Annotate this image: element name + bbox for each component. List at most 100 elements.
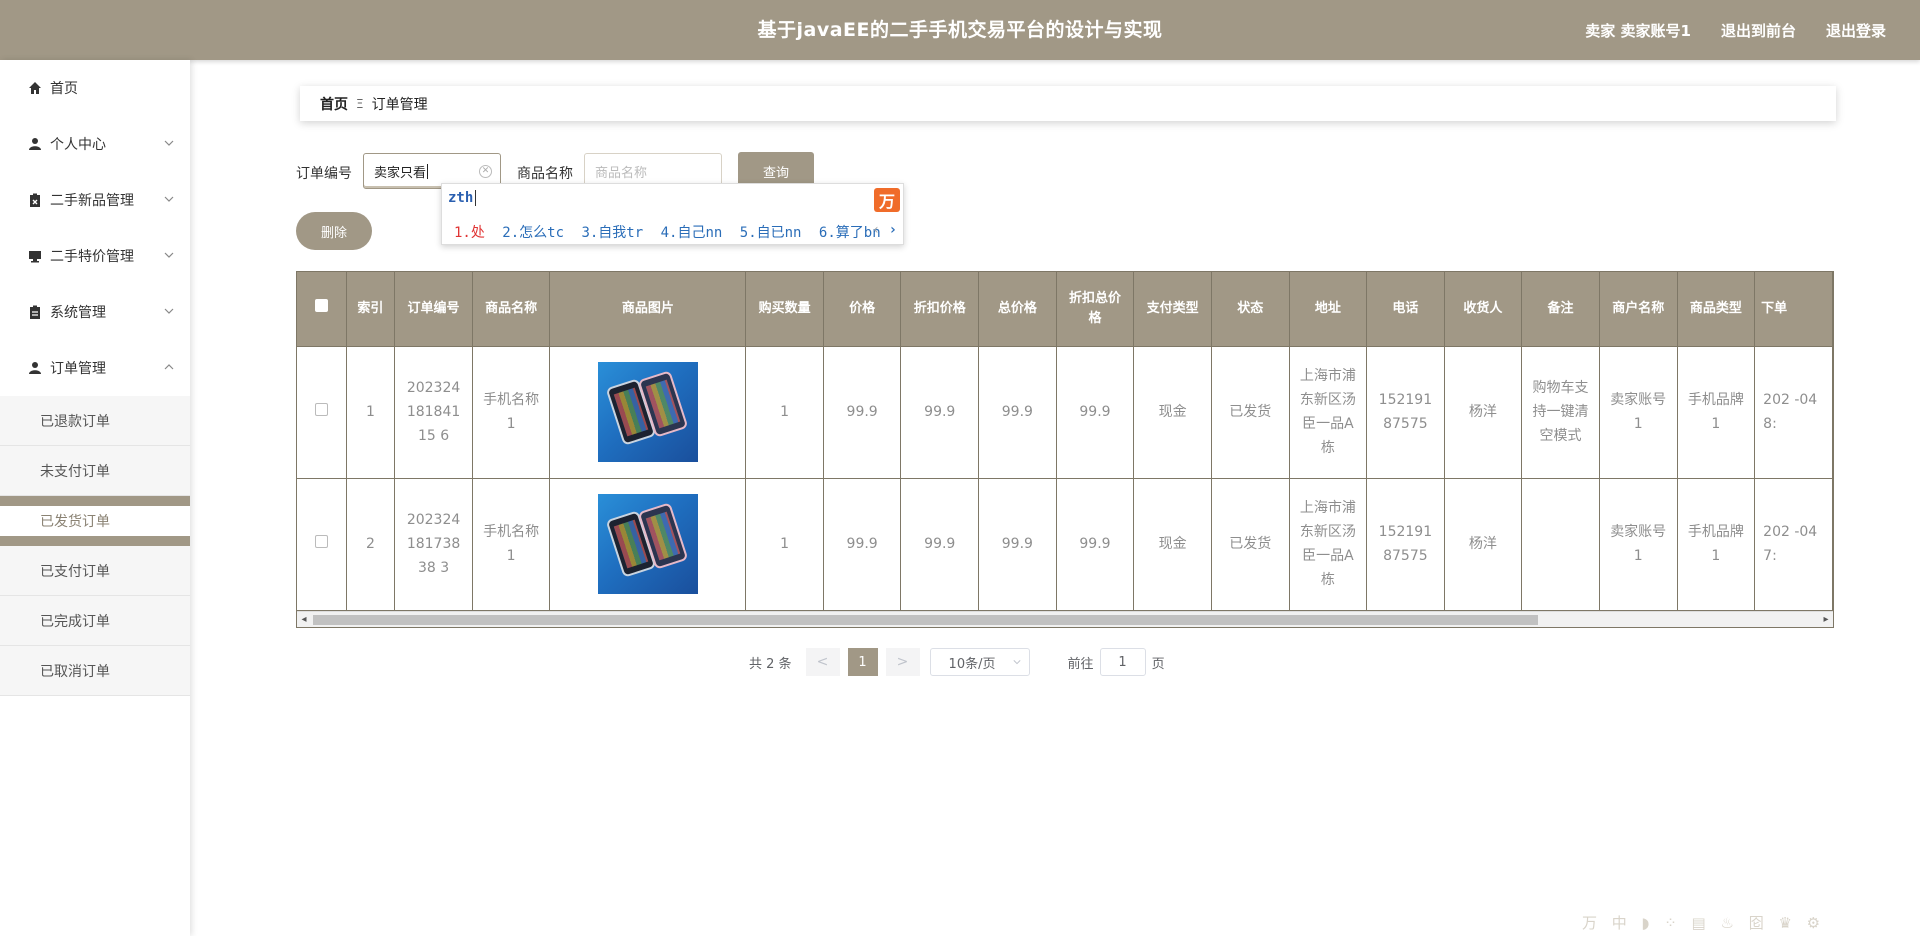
column-header: 支付类型 [1133, 272, 1212, 347]
cell-remark: 购物车支持一键清空模式 [1521, 346, 1600, 479]
ime-status-toolbar[interactable]: 万 中 ◗ ⁘ ▤ ♨ 囵 ♛ ⚙ [1582, 912, 1825, 933]
scrollbar-thumb[interactable] [313, 615, 1538, 625]
cell-index: 2 [346, 478, 396, 611]
submenu-refunded-orders[interactable]: 已退款订单 [0, 396, 190, 446]
sidebar-item-new-products[interactable]: 二手新品管理 [0, 172, 190, 228]
next-page-button[interactable]: > [885, 648, 920, 676]
page-size-select[interactable]: 10条/页 [929, 648, 1030, 676]
cell-type: 手机品牌1 [1677, 478, 1756, 611]
chevron-down-icon [164, 252, 174, 258]
cell-type: 手机品牌1 [1677, 346, 1756, 479]
cell-product-name: 手机名称1 [472, 478, 551, 611]
cell-receiver: 杨洋 [1444, 346, 1523, 479]
cell-product-image [549, 478, 747, 611]
cell-pay-type: 现金 [1133, 478, 1212, 611]
cell-total: 99.9 [978, 478, 1057, 611]
user-icon [28, 137, 42, 151]
scroll-right-icon[interactable]: ▸ [1819, 614, 1833, 625]
sidebar-item-orders[interactable]: 订单管理 [0, 340, 190, 396]
select-all-checkbox[interactable] [314, 298, 328, 312]
current-user-label: 卖家 卖家账号1 [1585, 21, 1691, 40]
cell-order-no: 20232418184115 6 [394, 346, 473, 479]
ime-candidate[interactable]: 4.自己nn [661, 225, 723, 241]
goto-suffix: 页 [1151, 656, 1165, 672]
ime-candidate[interactable]: 3.自我tr [581, 225, 643, 241]
column-header: 备注 [1521, 272, 1600, 347]
ime-logo-icon: 万 [874, 188, 900, 212]
sidebar-item-system[interactable]: 系统管理 [0, 284, 190, 340]
sidebar-item-home[interactable]: 首页 [0, 60, 190, 116]
ime-candidate-popup: zth 万 1.处 2.怎么tc 3.自我tr 4.自己nn 5.自已nn 6.… [441, 183, 904, 245]
chevron-down-icon [164, 308, 174, 314]
cell-date: 202 -04 8: [1754, 346, 1833, 479]
column-header: 商品名称 [472, 272, 551, 347]
product-thumbnail[interactable] [597, 494, 698, 594]
cell-merchant: 卖家账号1 [1599, 478, 1678, 611]
goto-page-input[interactable]: 1 [1099, 648, 1146, 676]
table-row[interactable]: 2 20232418173838 3 手机名称1 1 99.9 99.9 99.… [297, 478, 1833, 611]
cell-discount-total: 99.9 [1056, 346, 1135, 479]
sidebar-item-personal-center[interactable]: 个人中心 [0, 116, 190, 172]
row-checkbox[interactable] [314, 403, 328, 416]
clipboard-x-icon [28, 193, 42, 207]
header-actions: 卖家 卖家账号1 退出到前台 退出登录 [1585, 0, 1886, 60]
chevron-down-icon [164, 196, 174, 202]
ime-candidate[interactable]: 1.处 [454, 225, 485, 241]
ime-typed-text: zth [448, 190, 474, 206]
scroll-left-icon[interactable]: ◂ [297, 614, 311, 625]
cell-status: 已发货 [1211, 346, 1290, 479]
sidebar-item-label: 二手特价管理 [50, 249, 134, 265]
submenu-completed-orders[interactable]: 已完成订单 [0, 596, 190, 646]
column-header: 状态 [1211, 272, 1290, 347]
cell-date: 202 -04 7: [1754, 478, 1833, 611]
cell-receiver: 杨洋 [1444, 478, 1523, 611]
orders-submenu: 已退款订单 未支付订单 已发货订单 已支付订单 已完成订单 已取消订单 [0, 396, 190, 696]
column-header: 电话 [1366, 272, 1445, 347]
pagination-total: 共 2 条 [749, 656, 792, 672]
sidebar-item-special-price[interactable]: 二手特价管理 [0, 228, 190, 284]
ime-candidate[interactable]: 2.怎么tc [502, 225, 564, 241]
column-header: 价格 [823, 272, 902, 347]
product-name-label: 商品名称 [517, 166, 573, 182]
cell-phone: 15219187575 [1366, 346, 1445, 479]
chevron-down-icon [1013, 660, 1021, 665]
column-header: 总价格 [978, 272, 1057, 347]
ime-page-arrows[interactable]: ‹ › [872, 222, 897, 238]
cell-order-no: 20232418173838 3 [394, 478, 473, 611]
cell-address: 上海市浦东新区汤臣一品A栋 [1289, 478, 1368, 611]
sidebar-item-label: 系统管理 [50, 305, 106, 321]
chevron-down-icon [164, 140, 174, 146]
column-header: 收货人 [1444, 272, 1523, 347]
cell-qty: 1 [745, 478, 824, 611]
cell-discount-total: 99.9 [1056, 478, 1135, 611]
clear-icon[interactable]: ✕ [479, 165, 492, 178]
horizontal-scrollbar[interactable]: ◂ ▸ [297, 611, 1833, 627]
table-row[interactable]: 1 20232418184115 6 手机名称1 1 99.9 99.9 99.… [297, 346, 1833, 479]
submenu-cancelled-orders[interactable]: 已取消订单 [0, 646, 190, 696]
submenu-unpaid-orders[interactable]: 未支付订单 [0, 446, 190, 496]
prev-page-button[interactable]: < [805, 648, 840, 676]
column-header: 下单 [1754, 272, 1833, 347]
row-checkbox-cell [297, 478, 347, 611]
ime-composition: zth [448, 190, 477, 206]
product-thumbnail[interactable] [597, 362, 698, 462]
row-checkbox[interactable] [314, 535, 328, 548]
logout-link[interactable]: 退出登录 [1826, 20, 1886, 41]
submenu-paid-orders[interactable]: 已支付订单 [0, 546, 190, 596]
row-checkbox-cell [297, 346, 347, 479]
cell-discount-price: 99.9 [900, 346, 980, 479]
exit-to-front-link[interactable]: 退出到前台 [1721, 20, 1796, 41]
cell-product-image [549, 346, 747, 479]
column-header: 商品类型 [1677, 272, 1756, 347]
ime-candidate[interactable]: 5.自已nn [740, 225, 802, 241]
breadcrumb-home[interactable]: 首页 [320, 94, 348, 114]
user-icon [28, 361, 42, 375]
column-header: 折扣价格 [900, 272, 980, 347]
chevron-up-icon [164, 364, 174, 370]
page-size-value: 10条/页 [948, 656, 996, 672]
page-number-button[interactable]: 1 [847, 648, 878, 676]
delete-button[interactable]: 删除 [296, 212, 372, 250]
sidebar-item-label: 订单管理 [50, 361, 106, 377]
pagination: 共 2 条 < 1 > 10条/页 前往 1 页 [749, 648, 1165, 676]
submenu-shipped-orders[interactable]: 已发货订单 [0, 496, 190, 546]
